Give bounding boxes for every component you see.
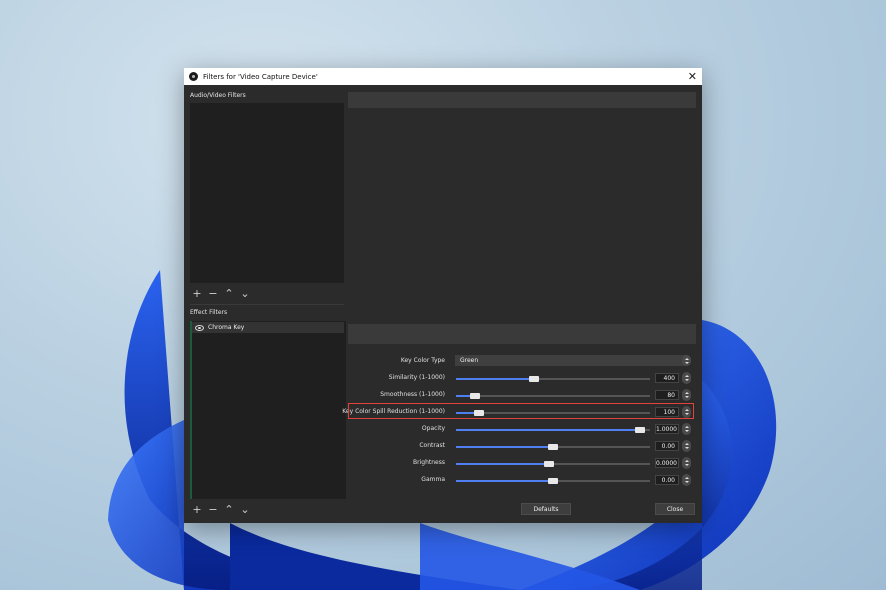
effect-up-icon[interactable]: ⌃	[224, 503, 234, 516]
value-input[interactable]: 1.0000	[655, 424, 679, 434]
eye-icon[interactable]	[195, 324, 204, 331]
slider-track[interactable]	[456, 478, 650, 484]
key-color-type-label: Key Color Type	[400, 357, 445, 364]
title-bar: Filters for 'Video Capture Device' ✕	[184, 68, 702, 85]
slider-label: Contrast	[419, 442, 445, 449]
slider-fill	[456, 429, 641, 431]
filters-dialog: Filters for 'Video Capture Device' ✕ Aud…	[184, 68, 702, 523]
move-up-icon[interactable]: ⌃	[224, 287, 234, 300]
effect-filters-list[interactable]	[190, 321, 346, 499]
spill-reduction-highlight	[348, 403, 694, 419]
slider-track[interactable]	[456, 444, 650, 450]
remove-filter-icon[interactable]: −	[208, 287, 218, 300]
audio-video-filters-label: Audio/Video Filters	[190, 92, 246, 99]
close-icon[interactable]: ✕	[688, 69, 697, 84]
slider-label: Similarity (1-1000)	[388, 374, 445, 381]
close-button[interactable]: Close	[655, 503, 695, 515]
slider-thumb[interactable]	[548, 444, 558, 450]
slider-row: Opacity 1.0000	[348, 423, 696, 436]
slider-label: Gamma	[421, 476, 445, 483]
value-input[interactable]: 0.00	[655, 475, 679, 485]
stepper-icon[interactable]	[682, 474, 691, 486]
key-color-type-row: Key Color Type Green	[348, 355, 696, 368]
value-input[interactable]: 0.0000	[655, 458, 679, 468]
slider-fill	[456, 463, 550, 465]
move-down-icon[interactable]: ⌄	[240, 287, 250, 300]
properties-header	[348, 324, 696, 344]
slider-fill	[456, 378, 534, 380]
effect-filters-label: Effect Filters	[190, 309, 228, 316]
remove-effect-icon[interactable]: −	[208, 503, 218, 516]
slider-track[interactable]	[456, 427, 650, 433]
key-color-type-select[interactable]: Green	[455, 355, 688, 366]
slider-thumb[interactable]	[548, 478, 558, 484]
add-filter-icon[interactable]: +	[192, 287, 202, 300]
effect-filters-toolbar: + − ⌃ ⌄	[192, 503, 250, 516]
slider-row: Gamma 0.00	[348, 474, 696, 487]
slider-label: Brightness	[413, 459, 445, 466]
slider-fill	[456, 480, 553, 482]
preview-header	[348, 92, 696, 108]
filter-item-label: Chroma Key	[208, 324, 245, 331]
select-chevron-icon[interactable]	[682, 355, 691, 366]
audio-video-filters-list[interactable]	[190, 103, 344, 283]
slider-row: Contrast 0.00	[348, 440, 696, 453]
slider-thumb[interactable]	[528, 376, 539, 382]
slider-thumb[interactable]	[635, 427, 646, 433]
stepper-icon[interactable]	[682, 389, 691, 401]
stepper-icon[interactable]	[682, 440, 691, 452]
stepper-icon[interactable]	[682, 372, 691, 384]
obs-logo-icon	[189, 72, 198, 81]
value-input[interactable]: 80	[655, 390, 679, 400]
value-input[interactable]: 400	[655, 373, 679, 383]
slider-row: Smoothness (1-1000) 80	[348, 389, 696, 402]
slider-track[interactable]	[456, 376, 650, 382]
stepper-icon[interactable]	[682, 423, 691, 435]
slider-track[interactable]	[456, 461, 650, 467]
value-input[interactable]: 0.00	[655, 441, 679, 451]
slider-row: Similarity (1-1000) 400	[348, 372, 696, 385]
window-title: Filters for 'Video Capture Device'	[203, 72, 318, 81]
slider-label: Smoothness (1-1000)	[380, 391, 445, 398]
defaults-button[interactable]: Defaults	[521, 503, 571, 515]
add-effect-icon[interactable]: +	[192, 503, 202, 516]
slider-thumb[interactable]	[470, 393, 481, 399]
slider-thumb[interactable]	[544, 461, 555, 467]
slider-label: Opacity	[421, 425, 445, 432]
filter-item-chroma-key[interactable]: Chroma Key	[192, 322, 344, 333]
audio-video-toolbar: + − ⌃ ⌄	[192, 287, 250, 300]
section-divider	[190, 304, 344, 305]
slider-track[interactable]	[456, 393, 650, 399]
slider-row: Brightness 0.0000	[348, 457, 696, 470]
effect-down-icon[interactable]: ⌄	[240, 503, 250, 516]
slider-fill	[456, 446, 553, 448]
stepper-icon[interactable]	[682, 457, 691, 469]
